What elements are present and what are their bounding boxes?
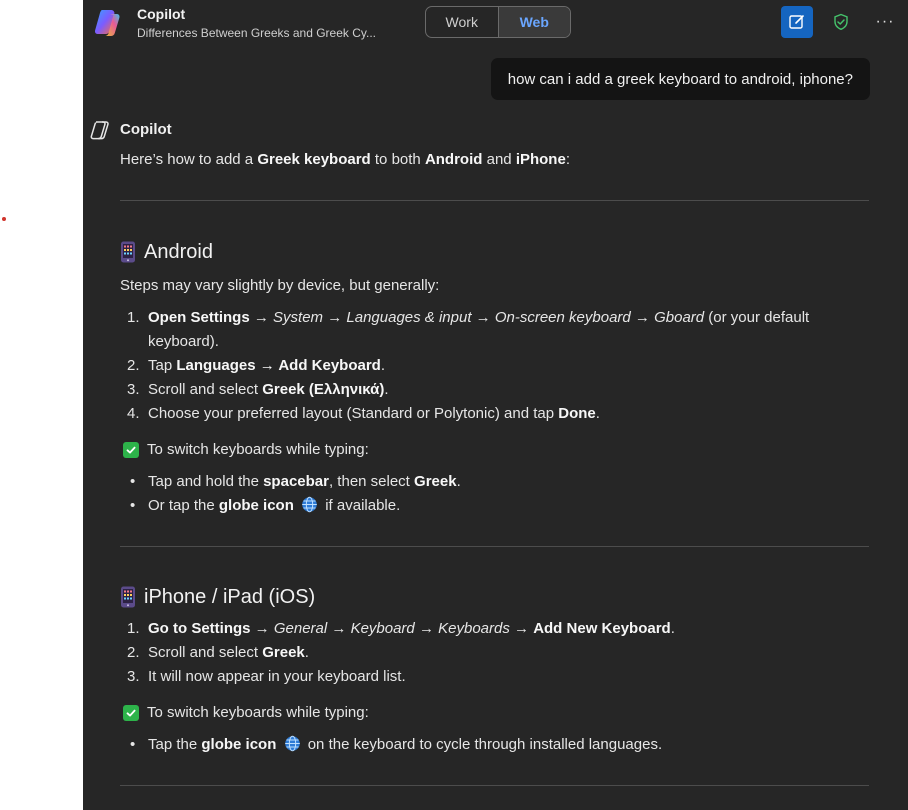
ios-heading: iPhone / iPad (iOS) bbox=[120, 583, 869, 611]
more-options-button[interactable]: ··· bbox=[869, 6, 901, 38]
android-subtext: Steps may vary slightly by device, but g… bbox=[120, 277, 440, 294]
copilot-logo-icon bbox=[93, 6, 125, 38]
android-steps: 1. Open Settings → System → Languages & … bbox=[120, 306, 869, 426]
globe-icon bbox=[284, 735, 300, 752]
ios-switch-bullets: • Tap the globe icon on the keyboard to … bbox=[120, 733, 869, 757]
android-switch-label: To switch keyboards while typing: bbox=[120, 438, 869, 462]
privacy-shield-button[interactable] bbox=[825, 6, 857, 38]
list-item: 4. Choose your preferred layout (Standar… bbox=[127, 405, 600, 422]
marker-dot bbox=[2, 217, 6, 221]
android-heading: Android bbox=[120, 238, 869, 266]
new-chat-icon bbox=[789, 15, 804, 29]
web-tab[interactable]: Web bbox=[497, 7, 570, 37]
mobile-phone-icon bbox=[121, 586, 135, 608]
copilot-panel: Copilot Differences Between Greeks and G… bbox=[83, 0, 908, 810]
list-item: 2. Tap Languages → Add Keyboard. bbox=[127, 357, 386, 374]
list-item: • Or tap the globe icon if available. bbox=[130, 496, 401, 514]
checkmark-icon bbox=[123, 442, 139, 458]
conversation-title[interactable]: Differences Between Greeks and Greek Cy.… bbox=[137, 26, 376, 40]
list-item: 2. Scroll and select Greek. bbox=[127, 644, 309, 661]
copilot-avatar-icon bbox=[90, 121, 109, 140]
list-item: 3. Scroll and select Greek (Ελληνικά). bbox=[127, 381, 389, 398]
list-item: 3. It will now appear in your keyboard l… bbox=[127, 668, 406, 685]
new-chat-button[interactable] bbox=[781, 6, 813, 38]
divider bbox=[120, 546, 869, 547]
android-switch-bullets: • Tap and hold the spacebar, then select… bbox=[120, 470, 869, 518]
list-item: • Tap and hold the spacebar, then select… bbox=[130, 473, 461, 490]
list-item: • Tap the globe icon on the keyboard to … bbox=[130, 735, 663, 753]
shield-check-icon bbox=[834, 13, 848, 31]
list-item: 1. Open Settings → System → Languages & … bbox=[127, 309, 810, 350]
work-web-toggle: Work Web bbox=[425, 6, 571, 38]
checkmark-icon bbox=[123, 705, 139, 721]
app-title: Copilot bbox=[137, 6, 186, 22]
bot-response: Here’s how to add a Greek keyboard to bo… bbox=[120, 148, 869, 786]
bot-name: Copilot bbox=[120, 121, 172, 138]
globe-icon bbox=[302, 496, 317, 513]
more-options-icon: ··· bbox=[875, 13, 895, 30]
ios-switch-label: To switch keyboards while typing: bbox=[120, 701, 869, 725]
user-message: how can i add a greek keyboard to androi… bbox=[490, 58, 870, 100]
list-item: 1. Go to Settings → General → Keyboard →… bbox=[127, 620, 675, 637]
mobile-phone-icon bbox=[121, 241, 135, 263]
divider bbox=[120, 785, 869, 786]
intro-paragraph: Here’s how to add a Greek keyboard to bo… bbox=[120, 151, 570, 168]
ios-steps: 1. Go to Settings → General → Keyboard →… bbox=[120, 617, 869, 689]
work-tab[interactable]: Work bbox=[426, 7, 498, 37]
divider bbox=[120, 200, 869, 201]
